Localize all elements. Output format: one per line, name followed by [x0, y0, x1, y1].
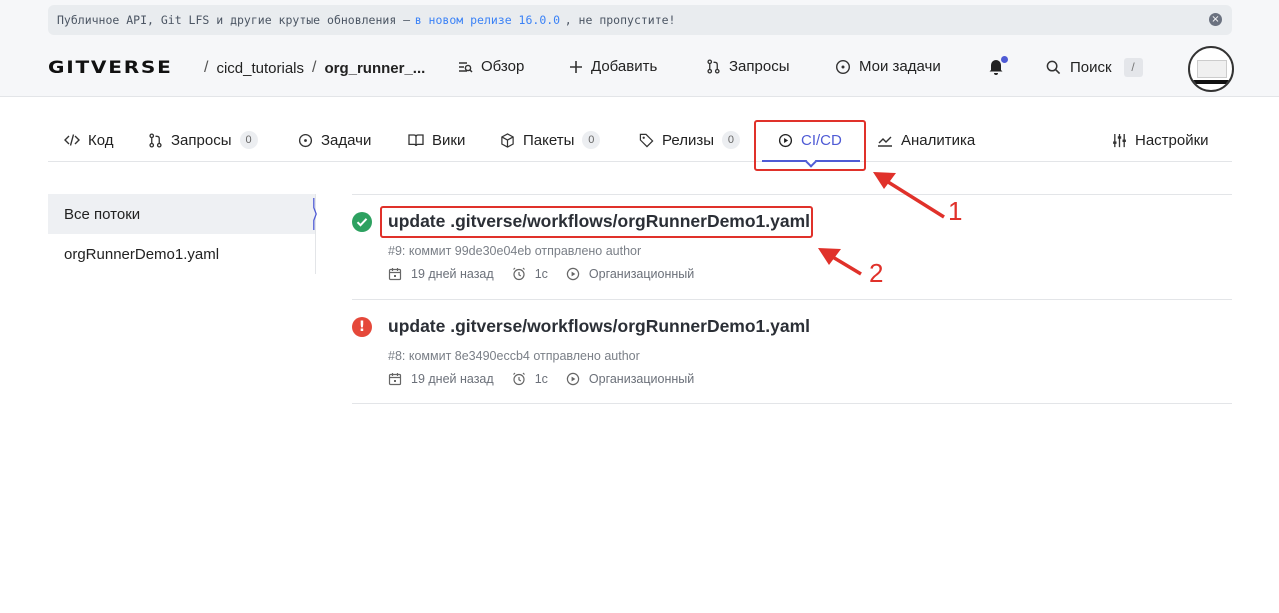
annotation-arrowhead-2: [818, 248, 841, 265]
annotation-arrow-1: [884, 178, 945, 219]
annotation-arrow-2: [830, 254, 862, 276]
annotation-step-2: 2: [869, 258, 884, 288]
annotation-arrows: [818, 172, 945, 276]
annotation-step-1: 1: [948, 196, 963, 226]
